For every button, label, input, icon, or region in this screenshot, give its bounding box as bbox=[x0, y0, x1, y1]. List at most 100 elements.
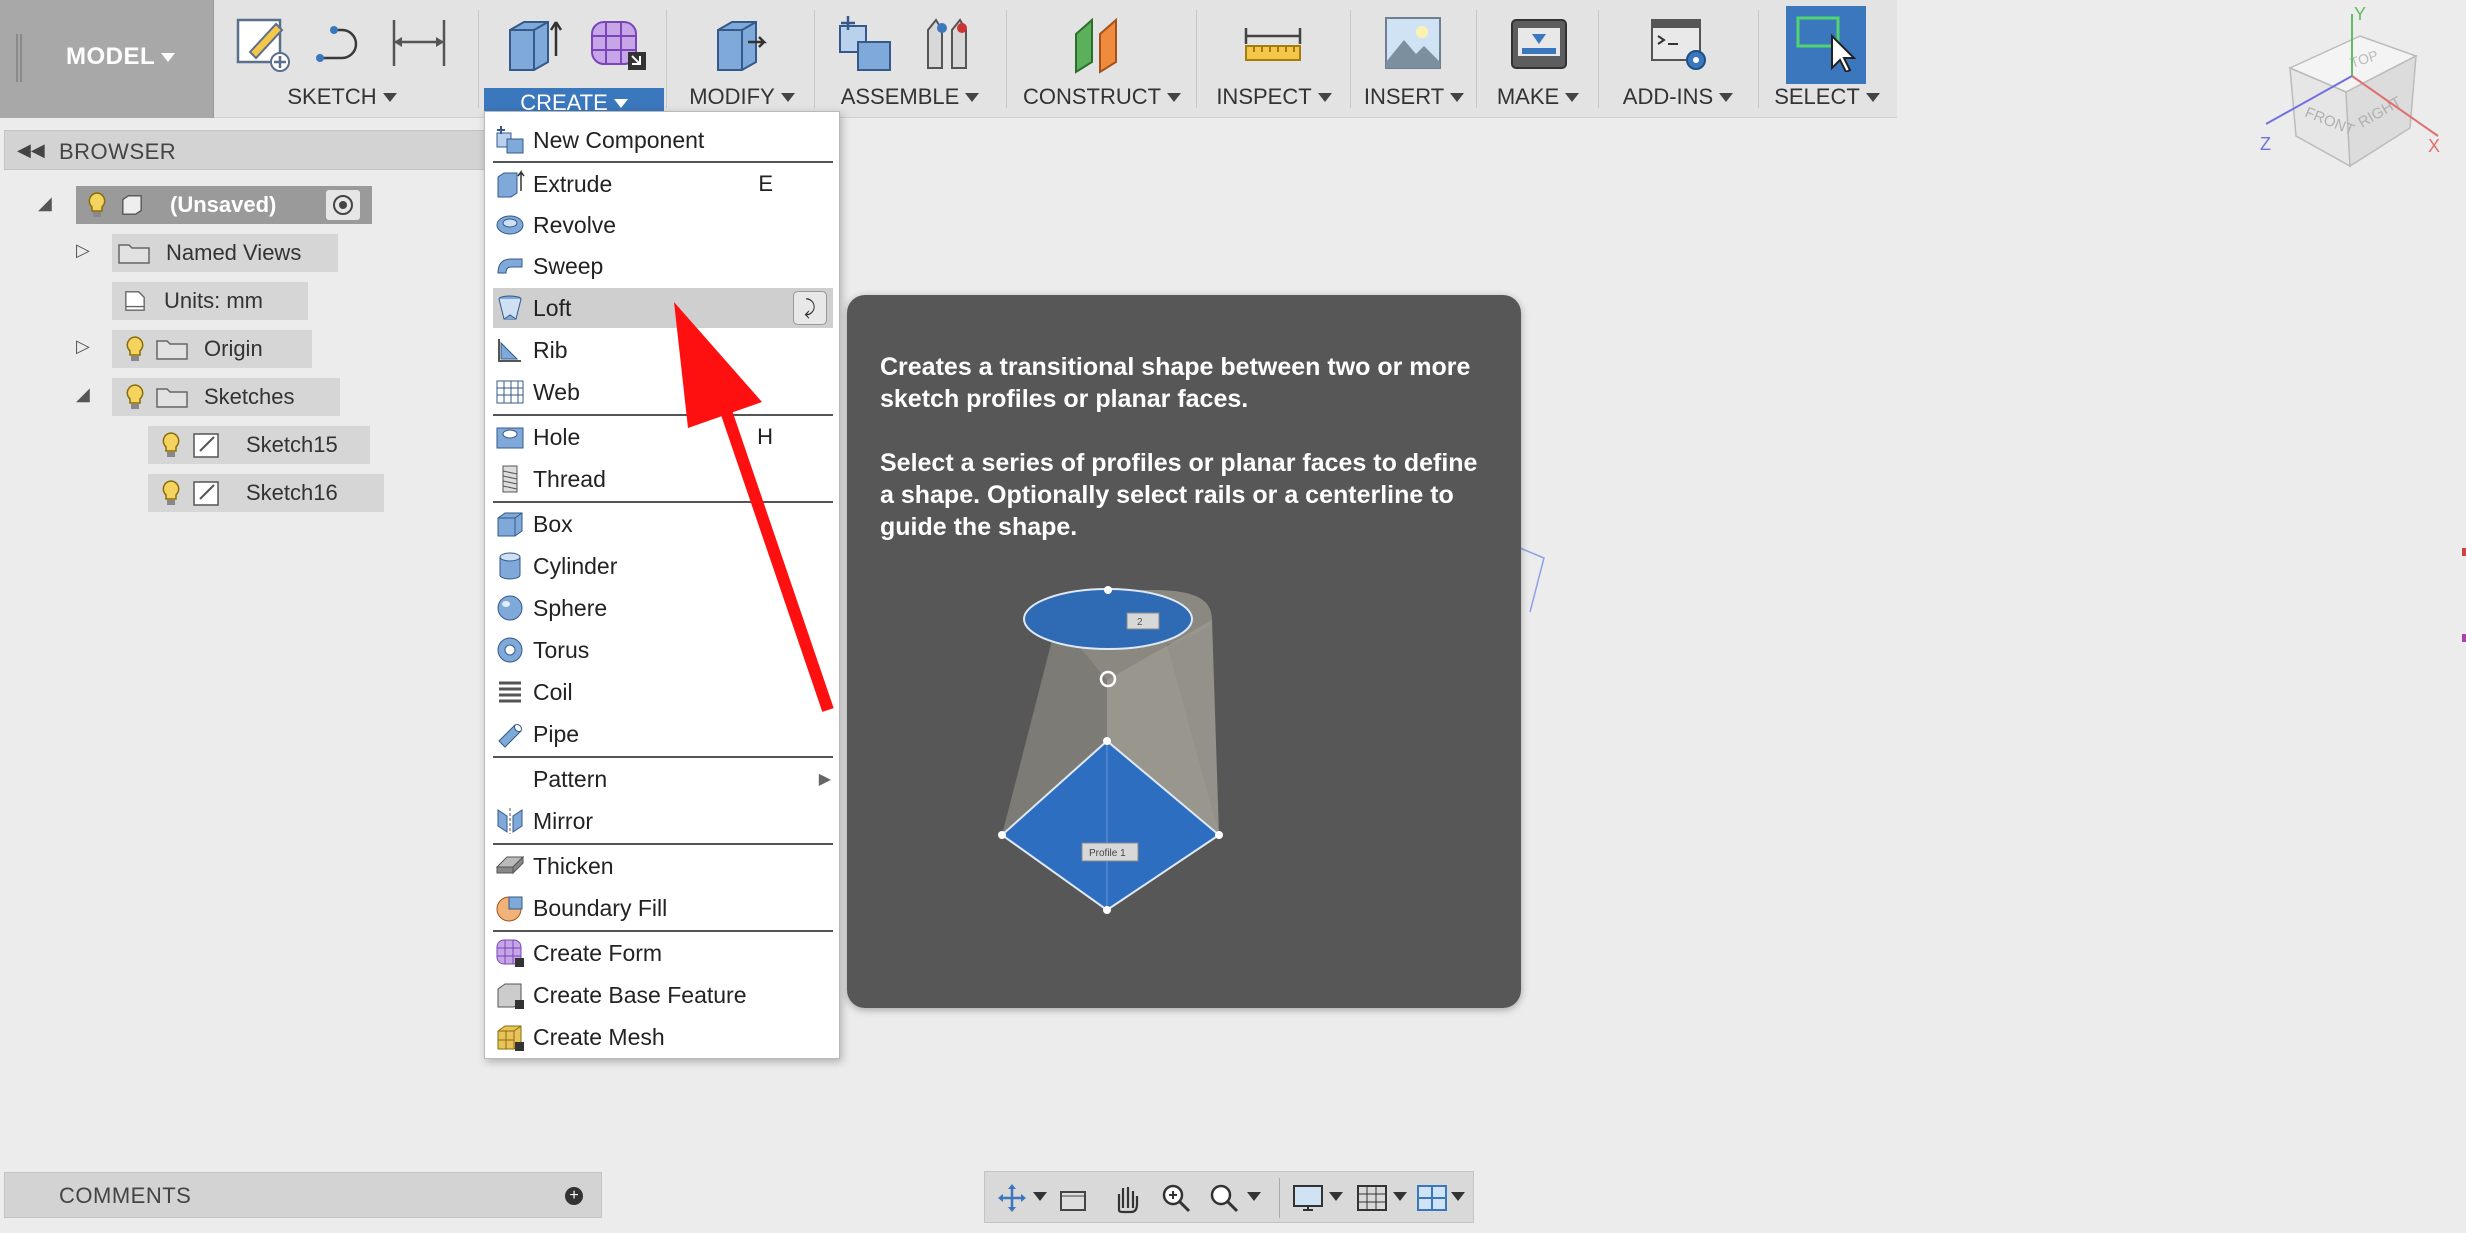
workspace-switcher[interactable]: MODEL bbox=[0, 0, 214, 118]
make-menu-label[interactable]: MAKE bbox=[1482, 84, 1594, 110]
menu-item-create-mesh[interactable]: Create Mesh bbox=[493, 1017, 833, 1057]
sketch-menu-label[interactable]: SKETCH bbox=[220, 84, 464, 110]
insert-image-icon[interactable] bbox=[1382, 12, 1444, 74]
lightbulb-icon[interactable] bbox=[124, 335, 146, 363]
construct-group[interactable]: CONSTRUCT bbox=[1012, 0, 1192, 118]
zoom-dropdown-icon[interactable] bbox=[1247, 1192, 1261, 1201]
menu-item-pipe[interactable]: Pipe bbox=[493, 714, 833, 754]
menu-item-new-component[interactable]: New Component bbox=[493, 120, 833, 160]
menu-item-label: Web bbox=[533, 378, 580, 405]
zoom-icon[interactable] bbox=[1159, 1182, 1193, 1214]
activate-radio[interactable] bbox=[326, 190, 360, 220]
browser-item-sketches[interactable]: Sketches bbox=[112, 378, 340, 416]
3d-print-icon[interactable] bbox=[1508, 12, 1570, 74]
assemble-menu-label[interactable]: ASSEMBLE bbox=[820, 84, 1000, 110]
pattern-icon-placeholder bbox=[495, 764, 525, 794]
grid-icon[interactable] bbox=[1355, 1182, 1389, 1214]
offset-plane-icon[interactable] bbox=[1070, 12, 1132, 74]
new-component-icon bbox=[496, 126, 524, 154]
loft-tooltip: Creates a transitional shape between two… bbox=[847, 295, 1521, 1008]
browser-item-units[interactable]: Units: mm bbox=[112, 282, 308, 320]
look-at-icon[interactable] bbox=[1057, 1182, 1091, 1214]
browser-item-sketch15[interactable]: Sketch15 bbox=[148, 426, 370, 464]
select-icon[interactable] bbox=[1794, 10, 1856, 72]
menu-item-label: Create Form bbox=[533, 939, 663, 966]
menu-item-label: Create Mesh bbox=[533, 1023, 665, 1050]
addins-menu-label[interactable]: ADD-INS bbox=[1604, 84, 1752, 110]
joint-icon[interactable] bbox=[918, 12, 980, 74]
menu-item-label: Mirror bbox=[533, 807, 594, 834]
browser-item-label: (Unsaved) bbox=[170, 192, 277, 217]
menu-item-revolve[interactable]: Revolve bbox=[493, 205, 833, 245]
sketch-group[interactable]: SKETCH bbox=[220, 0, 464, 118]
tooltip-instructions: Select a series of profiles or planar fa… bbox=[880, 449, 1478, 541]
expand-triangle-icon[interactable]: ▷ bbox=[76, 336, 90, 357]
edge-mark bbox=[2462, 634, 2466, 642]
measure-icon[interactable] bbox=[1242, 12, 1304, 74]
menu-item-label: Loft bbox=[533, 294, 572, 321]
loft-icon bbox=[498, 295, 522, 320]
assemble-group[interactable]: ASSEMBLE bbox=[820, 0, 1000, 118]
orbit-dropdown-icon[interactable] bbox=[1033, 1192, 1047, 1201]
expand-triangle-icon[interactable]: ▷ bbox=[76, 240, 90, 261]
menu-item-pattern[interactable]: Pattern ▶ bbox=[493, 759, 833, 799]
inspect-group[interactable]: INSPECT bbox=[1202, 0, 1346, 118]
fit-icon[interactable] bbox=[1207, 1182, 1241, 1214]
browser-item-sketch16[interactable]: Sketch16 bbox=[148, 474, 384, 512]
lightbulb-icon[interactable] bbox=[86, 191, 108, 219]
display-settings-icon[interactable] bbox=[1291, 1182, 1325, 1214]
base-feature-icon bbox=[497, 983, 524, 1009]
menu-item-mirror[interactable]: Mirror bbox=[493, 801, 833, 841]
scripts-icon[interactable] bbox=[1648, 12, 1710, 74]
sketch-icon bbox=[193, 481, 219, 506]
comments-panel[interactable]: COMMENTS + bbox=[4, 1172, 602, 1218]
select-menu-label[interactable]: SELECT bbox=[1764, 84, 1890, 110]
create-form-icon[interactable] bbox=[586, 12, 648, 74]
viewports-dropdown-icon[interactable] bbox=[1451, 1192, 1465, 1201]
menu-item-boundary-fill[interactable]: Boundary Fill bbox=[493, 888, 833, 928]
menu-item-extrude[interactable]: Extrude E bbox=[493, 164, 833, 204]
collapse-panel-icon[interactable]: ◀◀ bbox=[17, 140, 45, 161]
browser-panel-header[interactable]: ◀◀ BROWSER bbox=[4, 130, 488, 170]
menu-item-label: Thicken bbox=[533, 852, 614, 879]
folder-icon bbox=[156, 340, 188, 360]
lightbulb-icon[interactable] bbox=[124, 383, 146, 411]
menu-item-label: Coil bbox=[533, 678, 573, 705]
modify-menu-label[interactable]: MODIFY bbox=[672, 84, 812, 110]
viewports-icon[interactable] bbox=[1415, 1182, 1449, 1214]
menu-item-thicken[interactable]: Thicken bbox=[493, 846, 833, 886]
collapse-triangle-icon[interactable]: ◢ bbox=[76, 384, 90, 405]
browser-item-origin[interactable]: Origin bbox=[112, 330, 312, 368]
orbit-icon[interactable] bbox=[995, 1182, 1029, 1214]
collapse-triangle-icon[interactable]: ◢ bbox=[38, 193, 52, 214]
menu-item-label: Extrude bbox=[533, 170, 613, 197]
make-group[interactable]: MAKE bbox=[1482, 0, 1594, 118]
press-pull-icon[interactable] bbox=[708, 12, 770, 74]
pan-hand-icon[interactable] bbox=[1109, 1182, 1143, 1214]
modify-group[interactable]: MODIFY bbox=[672, 0, 812, 118]
extrude-icon[interactable] bbox=[502, 12, 564, 74]
display-dropdown-icon[interactable] bbox=[1329, 1192, 1343, 1201]
addins-group[interactable]: ADD-INS bbox=[1604, 0, 1752, 118]
line-arc-icon[interactable] bbox=[312, 12, 374, 74]
insert-menu-label[interactable]: INSERT bbox=[1356, 84, 1472, 110]
lightbulb-icon[interactable] bbox=[160, 431, 182, 459]
browser-item-named-views[interactable]: Named Views bbox=[112, 234, 338, 272]
new-component-icon[interactable] bbox=[834, 12, 896, 74]
inspect-menu-label[interactable]: INSPECT bbox=[1202, 84, 1346, 110]
menu-item-create-base-feature[interactable]: Create Base Feature bbox=[493, 975, 833, 1015]
select-group[interactable]: SELECT bbox=[1764, 0, 1890, 118]
pipe-icon bbox=[498, 723, 523, 748]
dimension-icon[interactable] bbox=[388, 12, 450, 74]
create-group[interactable]: CREATE bbox=[484, 0, 664, 118]
menu-item-label: Create Base Feature bbox=[533, 981, 747, 1008]
menu-item-sweep[interactable]: Sweep bbox=[493, 246, 833, 286]
view-cube[interactable]: TOP FRONT RIGHT Y X Z bbox=[2260, 6, 2460, 176]
add-comment-icon[interactable]: + bbox=[565, 1187, 583, 1205]
menu-item-create-form[interactable]: Create Form bbox=[493, 933, 833, 973]
construct-menu-label[interactable]: CONSTRUCT bbox=[1012, 84, 1192, 110]
grid-dropdown-icon[interactable] bbox=[1393, 1192, 1407, 1201]
lightbulb-icon[interactable] bbox=[160, 479, 182, 507]
create-sketch-icon[interactable] bbox=[232, 12, 294, 74]
insert-group[interactable]: INSERT bbox=[1356, 0, 1472, 118]
